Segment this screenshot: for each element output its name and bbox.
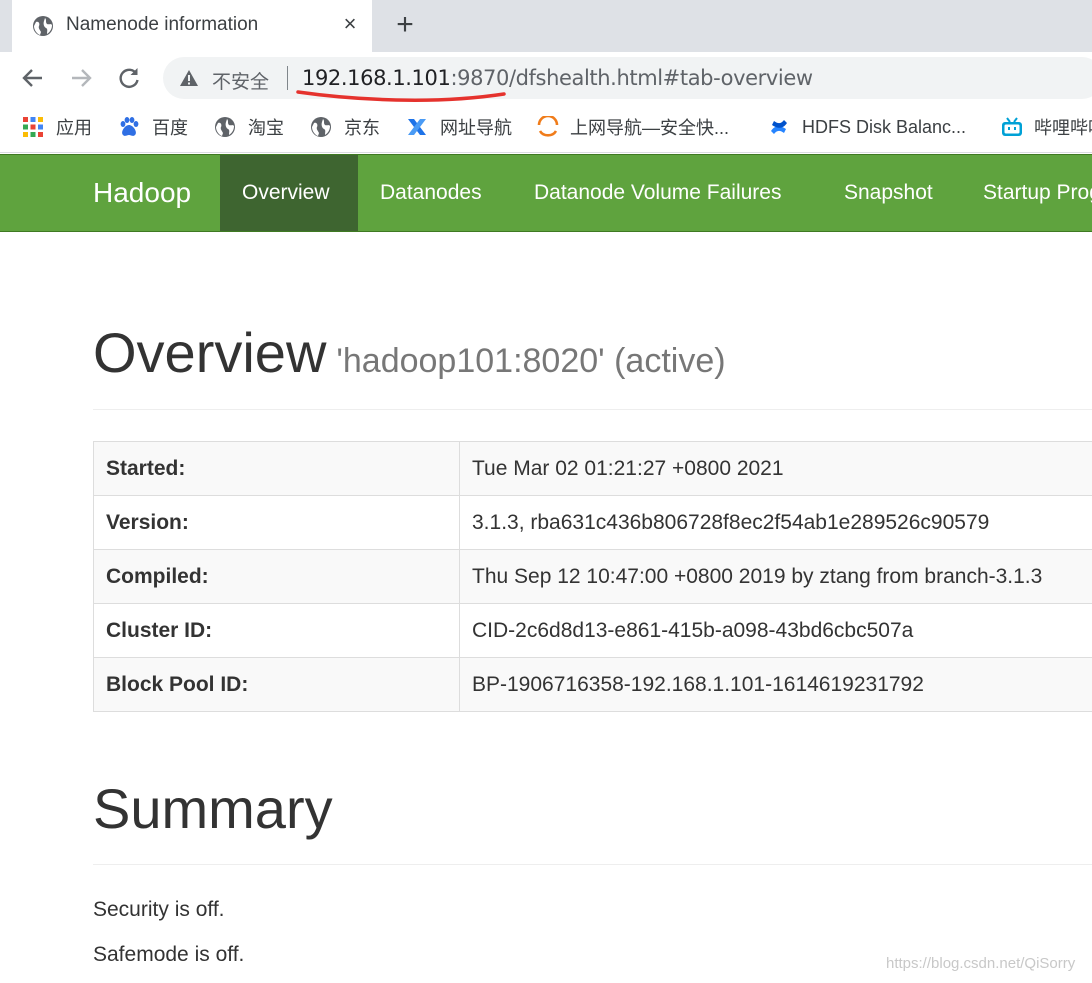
summary-heading: Summary	[93, 777, 333, 840]
omnibox-divider	[287, 66, 288, 90]
tab-startup-progress[interactable]: Startup Progress	[961, 155, 1092, 231]
warning-triangle-icon[interactable]	[179, 68, 199, 93]
url-text[interactable]: 192.168.1.101:9870/dfshealth.html#tab-ov…	[302, 66, 813, 90]
bookmark-jd[interactable]: 京东	[310, 114, 380, 140]
safemode-status-text: Safemode is off.	[93, 943, 245, 966]
globe-icon	[214, 116, 236, 138]
bookmark-hdfs-disk-balancer[interactable]: HDFS Disk Balanc...	[768, 114, 966, 140]
row-key: Cluster ID:	[93, 603, 460, 658]
heading-divider	[93, 409, 1092, 410]
bookmark-label: 网址导航	[440, 118, 512, 138]
nav-x-icon	[406, 116, 428, 138]
bookmark-safe-nav[interactable]: 上网导航—安全快...	[536, 114, 729, 140]
back-arrow-icon[interactable]	[18, 63, 48, 93]
security-status-text: Security is off.	[93, 898, 225, 921]
bookmark-baidu[interactable]: 百度	[118, 114, 188, 140]
bookmarks-bar: 应用 百度 淘宝 京东 网址导航 上网导航—安全快... HDFS Disk B…	[0, 104, 1092, 153]
namenode-subtitle: 'hadoop101:8020' (active)	[336, 342, 726, 380]
bookmark-nav[interactable]: 网址导航	[406, 114, 512, 140]
bookmark-bilibili[interactable]: 哔哩哔哩	[1000, 114, 1092, 140]
table-row: Block Pool ID: BP-1906716358-192.168.1.1…	[93, 657, 1092, 712]
row-key: Started:	[93, 441, 460, 496]
security-status-label[interactable]: 不安全	[212, 67, 269, 94]
row-value: 3.1.3, rba631c436b806728f8ec2f54ab1e2895…	[459, 495, 1092, 550]
row-key: Compiled:	[93, 549, 460, 604]
hadoop-navbar: Hadoop Overview Datanodes Datanode Volum…	[0, 154, 1092, 232]
tab-datanode-volume-failures[interactable]: Datanode Volume Failures	[512, 155, 803, 231]
page-title: Overview	[93, 321, 327, 384]
browser-tab[interactable]: Namenode information ×	[12, 0, 372, 52]
row-value: BP-1906716358-192.168.1.101-161461923179…	[459, 657, 1092, 712]
url-path: :9870/dfshealth.html#tab-overview	[450, 66, 813, 90]
browser-toolbar: 不安全 192.168.1.101:9870/dfshealth.html#ta…	[0, 52, 1092, 104]
globe-icon	[310, 116, 332, 138]
row-value: Thu Sep 12 10:47:00 +0800 2019 by ztang …	[459, 549, 1092, 604]
tab-close-icon[interactable]: ×	[338, 12, 362, 36]
globe-icon	[32, 15, 54, 42]
confluence-icon	[768, 116, 790, 138]
tab-overview[interactable]: Overview	[220, 155, 358, 231]
table-row: Version: 3.1.3, rba631c436b806728f8ec2f5…	[93, 495, 1092, 550]
bookmark-label: 上网导航—安全快...	[570, 118, 730, 138]
tab-title: Namenode information	[66, 14, 259, 35]
table-row: Cluster ID: CID-2c6d8d13-e861-415b-a098-…	[93, 603, 1092, 658]
bookmark-label: 应用	[56, 118, 92, 138]
bookmark-label: 淘宝	[248, 118, 284, 138]
bookmark-label: 哔哩哔哩	[1034, 118, 1092, 138]
tab-datanodes[interactable]: Datanodes	[358, 155, 504, 231]
bookmark-taobao[interactable]: 淘宝	[214, 114, 284, 140]
bookmark-label: HDFS Disk Balanc...	[802, 116, 967, 137]
tab-snapshot[interactable]: Snapshot	[822, 155, 955, 231]
browser-tab-strip: Namenode information × +	[0, 0, 1092, 52]
hadoop-brand-link[interactable]: Hadoop	[93, 177, 191, 209]
bookmark-apps[interactable]: 应用	[22, 114, 92, 140]
row-key: Block Pool ID:	[93, 657, 460, 712]
reload-icon[interactable]	[114, 63, 144, 93]
table-row: Compiled: Thu Sep 12 10:47:00 +0800 2019…	[93, 549, 1092, 604]
bilibili-tv-icon	[1000, 116, 1022, 138]
forward-arrow-icon[interactable]	[66, 63, 96, 93]
new-tab-button[interactable]: +	[390, 10, 420, 40]
bookmark-label: 京东	[344, 118, 380, 138]
row-value: Tue Mar 02 01:21:27 +0800 2021	[459, 441, 1092, 496]
row-key: Version:	[93, 495, 460, 550]
overview-info-table: Started: Tue Mar 02 01:21:27 +0800 2021 …	[93, 441, 1092, 712]
csdn-watermark: https://blog.csdn.net/QiSorry	[886, 955, 1076, 972]
bookmark-label: 百度	[152, 118, 188, 138]
heading-divider	[93, 864, 1092, 865]
orange-arc-icon	[536, 114, 559, 138]
apps-grid-icon	[22, 116, 44, 138]
table-row: Started: Tue Mar 02 01:21:27 +0800 2021	[93, 441, 1092, 496]
url-host: 192.168.1.101	[302, 66, 451, 90]
row-value: CID-2c6d8d13-e861-415b-a098-43bd6cbc507a	[459, 603, 1092, 658]
overview-heading: Overview'hadoop101:8020' (active)	[93, 320, 726, 385]
baidu-paw-icon	[118, 116, 140, 138]
